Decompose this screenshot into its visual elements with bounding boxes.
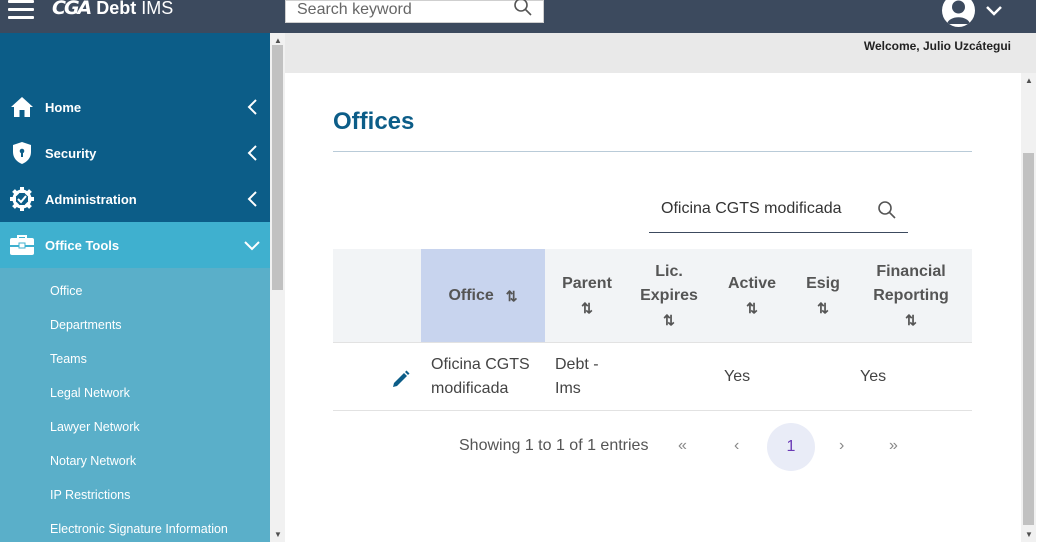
sidebar-item-administration[interactable]: Administration xyxy=(0,176,270,222)
sidebar-item-label: Home xyxy=(45,99,82,115)
sort-icon[interactable]: ⇅ xyxy=(663,308,675,332)
global-search xyxy=(285,0,544,23)
scroll-down-arrow-icon[interactable]: ▼ xyxy=(274,530,282,539)
logo-text: Debt IMS xyxy=(96,0,174,18)
user-menu[interactable] xyxy=(942,0,1003,27)
page-number: 1 xyxy=(786,438,796,455)
sort-icon[interactable]: ⇅ xyxy=(817,296,829,320)
app-logo[interactable]: CGA Debt IMS xyxy=(52,0,173,19)
sidebar-item-label: Office Tools xyxy=(45,237,120,253)
chevron-down-icon xyxy=(244,241,260,251)
chevron-left-icon xyxy=(247,99,257,115)
toolbox-icon xyxy=(10,235,34,255)
cell-office: Oficina CGTS modificada xyxy=(431,356,530,397)
search-icon[interactable] xyxy=(877,200,897,220)
scroll-up-arrow-icon[interactable]: ▲ xyxy=(274,36,282,45)
search-input[interactable] xyxy=(297,1,507,19)
main-scrollbar[interactable]: ▲ ▼ xyxy=(1021,73,1036,542)
sidebar-item-office-tools[interactable]: Office Tools xyxy=(0,222,270,268)
sidebar-item-home[interactable]: Home xyxy=(0,84,270,130)
chevron-down-icon[interactable] xyxy=(985,5,1003,17)
welcome-bar: Welcome, Julio Uzcátegui xyxy=(285,33,1021,73)
column-label: Office xyxy=(448,286,494,304)
pagination-info: Showing 1 to 1 of 1 entries xyxy=(459,437,649,454)
column-header-financial-reporting[interactable]: Financial Reporting ⇅ xyxy=(863,249,959,342)
sort-icon[interactable]: ⇅ xyxy=(905,308,917,332)
cell-parent: Debt - Ims xyxy=(555,356,599,397)
column-label: Lic. Expires xyxy=(640,262,698,304)
column-label: Financial Reporting xyxy=(873,262,949,304)
submenu-item-legal-network[interactable]: Legal Network xyxy=(50,386,130,400)
table-search[interactable]: Oficina CGTS modificada xyxy=(649,189,908,233)
user-avatar-icon[interactable] xyxy=(942,0,975,27)
submenu-item-ip-restrictions[interactable]: IP Restrictions xyxy=(50,488,130,502)
column-header-lic-expires[interactable]: Lic. Expires ⇅ xyxy=(629,249,709,342)
column-label: Active xyxy=(727,274,777,292)
submenu-item-electronic-signature[interactable]: Electronic Signature Information xyxy=(50,522,228,536)
submenu-item-office[interactable]: Office xyxy=(50,284,82,298)
previous-page-button[interactable]: ‹ xyxy=(734,437,739,455)
table-row: Oficina CGTS modificada Debt - Ims Yes Y… xyxy=(333,342,972,411)
hamburger-menu-icon[interactable] xyxy=(8,0,34,20)
scroll-down-arrow-icon[interactable]: ▼ xyxy=(1025,530,1033,539)
offices-card: Offices Oficina CGTS modificada Office ⇅… xyxy=(285,73,1021,542)
column-header-office[interactable]: Office ⇅ xyxy=(421,249,545,342)
shield-icon xyxy=(13,142,31,164)
sort-ascending-icon[interactable]: ⇅ xyxy=(506,284,518,308)
search-icon[interactable] xyxy=(513,0,533,17)
home-icon xyxy=(11,97,33,117)
main-scroll-thumb[interactable] xyxy=(1023,153,1034,525)
next-page-button[interactable]: › xyxy=(839,437,844,455)
page-button-current[interactable]: 1 xyxy=(767,423,815,471)
last-page-button[interactable]: » xyxy=(889,437,898,455)
window-edge xyxy=(1036,0,1050,542)
edit-pencil-icon[interactable] xyxy=(391,369,411,389)
cell-financial-reporting: Yes xyxy=(860,368,887,385)
sidebar-item-security[interactable]: Security xyxy=(0,130,270,176)
table-header: Office ⇅ Parent ⇅ Lic. Expires ⇅ Active … xyxy=(333,249,972,342)
sidebar-item-label: Security xyxy=(45,145,97,161)
sidebar-scroll-thumb[interactable] xyxy=(272,45,283,290)
title-divider xyxy=(333,151,972,152)
gear-icon xyxy=(10,187,34,211)
column-label: Esig xyxy=(806,274,840,292)
submenu-item-notary-network[interactable]: Notary Network xyxy=(50,454,136,468)
first-page-button[interactable]: « xyxy=(678,437,687,455)
welcome-text: Welcome, Julio Uzcátegui xyxy=(863,39,1011,53)
cell-active: Yes xyxy=(724,368,751,385)
column-label: Parent xyxy=(562,274,612,292)
column-header-parent[interactable]: Parent ⇅ xyxy=(545,249,629,342)
chevron-left-icon xyxy=(247,145,257,161)
submenu-item-departments[interactable]: Departments xyxy=(50,318,122,332)
office-tools-submenu: Office Departments Teams Legal Network L… xyxy=(0,268,270,542)
table-search-input[interactable]: Oficina CGTS modificada xyxy=(661,200,842,218)
sort-icon[interactable]: ⇅ xyxy=(746,296,758,320)
top-bar: CGA Debt IMS xyxy=(0,0,1036,33)
column-header-esig[interactable]: Esig ⇅ xyxy=(795,249,851,342)
chevron-left-icon xyxy=(247,191,257,207)
sidebar: Home Security Administration Office Tool… xyxy=(0,33,270,542)
scroll-up-arrow-icon[interactable]: ▲ xyxy=(1025,76,1033,85)
sidebar-scrollbar[interactable]: ▲ ▼ xyxy=(270,33,285,542)
submenu-item-teams[interactable]: Teams xyxy=(50,352,87,366)
page-title: Offices xyxy=(333,108,415,135)
column-header-active[interactable]: Active ⇅ xyxy=(717,249,787,342)
submenu-item-lawyer-network[interactable]: Lawyer Network xyxy=(50,420,140,434)
logo-mark: CGA xyxy=(52,0,92,19)
sidebar-item-label: Administration xyxy=(45,191,137,207)
sort-icon[interactable]: ⇅ xyxy=(581,296,593,320)
